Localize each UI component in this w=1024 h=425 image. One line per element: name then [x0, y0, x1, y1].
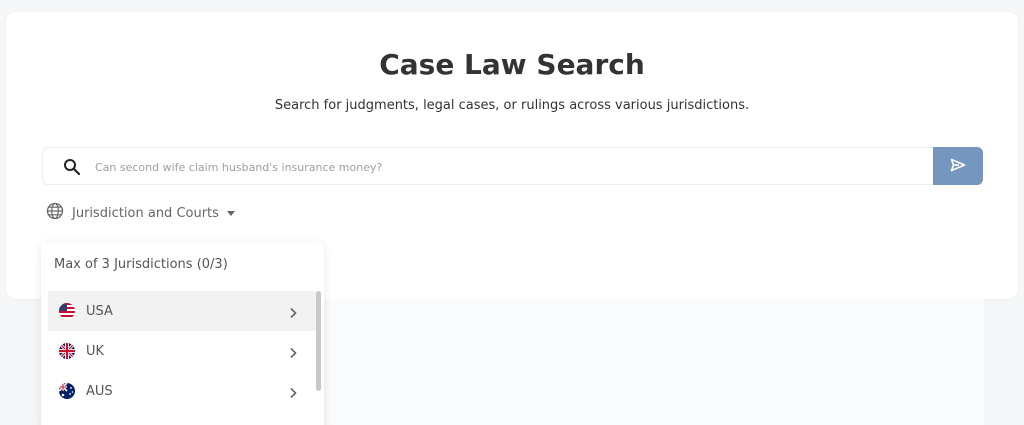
- aus-flag-icon: [59, 383, 75, 399]
- jurisdiction-item-aus[interactable]: AUS: [48, 371, 316, 411]
- dropdown-scrollbar[interactable]: [316, 291, 321, 391]
- chevron-right-icon: [288, 384, 298, 399]
- jurisdiction-dropdown-toggle[interactable]: Jurisdiction and Courts: [46, 202, 235, 224]
- jurisdiction-menu: Max of 3 Jurisdictions (0/3) USA UK AUS: [41, 243, 324, 425]
- search-bar: [42, 147, 983, 185]
- jurisdiction-item-usa[interactable]: USA: [48, 291, 316, 331]
- chevron-right-icon: [288, 304, 298, 319]
- jurisdiction-item-label: USA: [86, 303, 113, 319]
- jurisdiction-limit-heading: Max of 3 Jurisdictions (0/3): [54, 257, 228, 272]
- send-button[interactable]: [933, 147, 983, 185]
- page-subtitle: Search for judgments, legal cases, or ru…: [274, 98, 750, 113]
- search-icon: [63, 158, 81, 176]
- uk-flag-icon: [59, 343, 75, 359]
- chevron-right-icon: [288, 344, 298, 359]
- jurisdiction-item-uk[interactable]: UK: [48, 331, 316, 371]
- jurisdiction-list: USA UK AUS: [48, 291, 316, 411]
- caret-down-icon: [226, 210, 235, 216]
- page: Case Law Search Search for judgments, le…: [0, 0, 1024, 425]
- globe-icon: [46, 202, 64, 224]
- search-input[interactable]: [95, 157, 915, 177]
- jurisdiction-label: Jurisdiction and Courts: [72, 205, 219, 221]
- jurisdiction-item-label: AUS: [86, 383, 113, 399]
- us-flag-icon: [59, 303, 75, 319]
- jurisdiction-item-label: UK: [86, 343, 105, 359]
- page-title: Case Law Search: [379, 48, 645, 81]
- send-icon: [950, 158, 966, 175]
